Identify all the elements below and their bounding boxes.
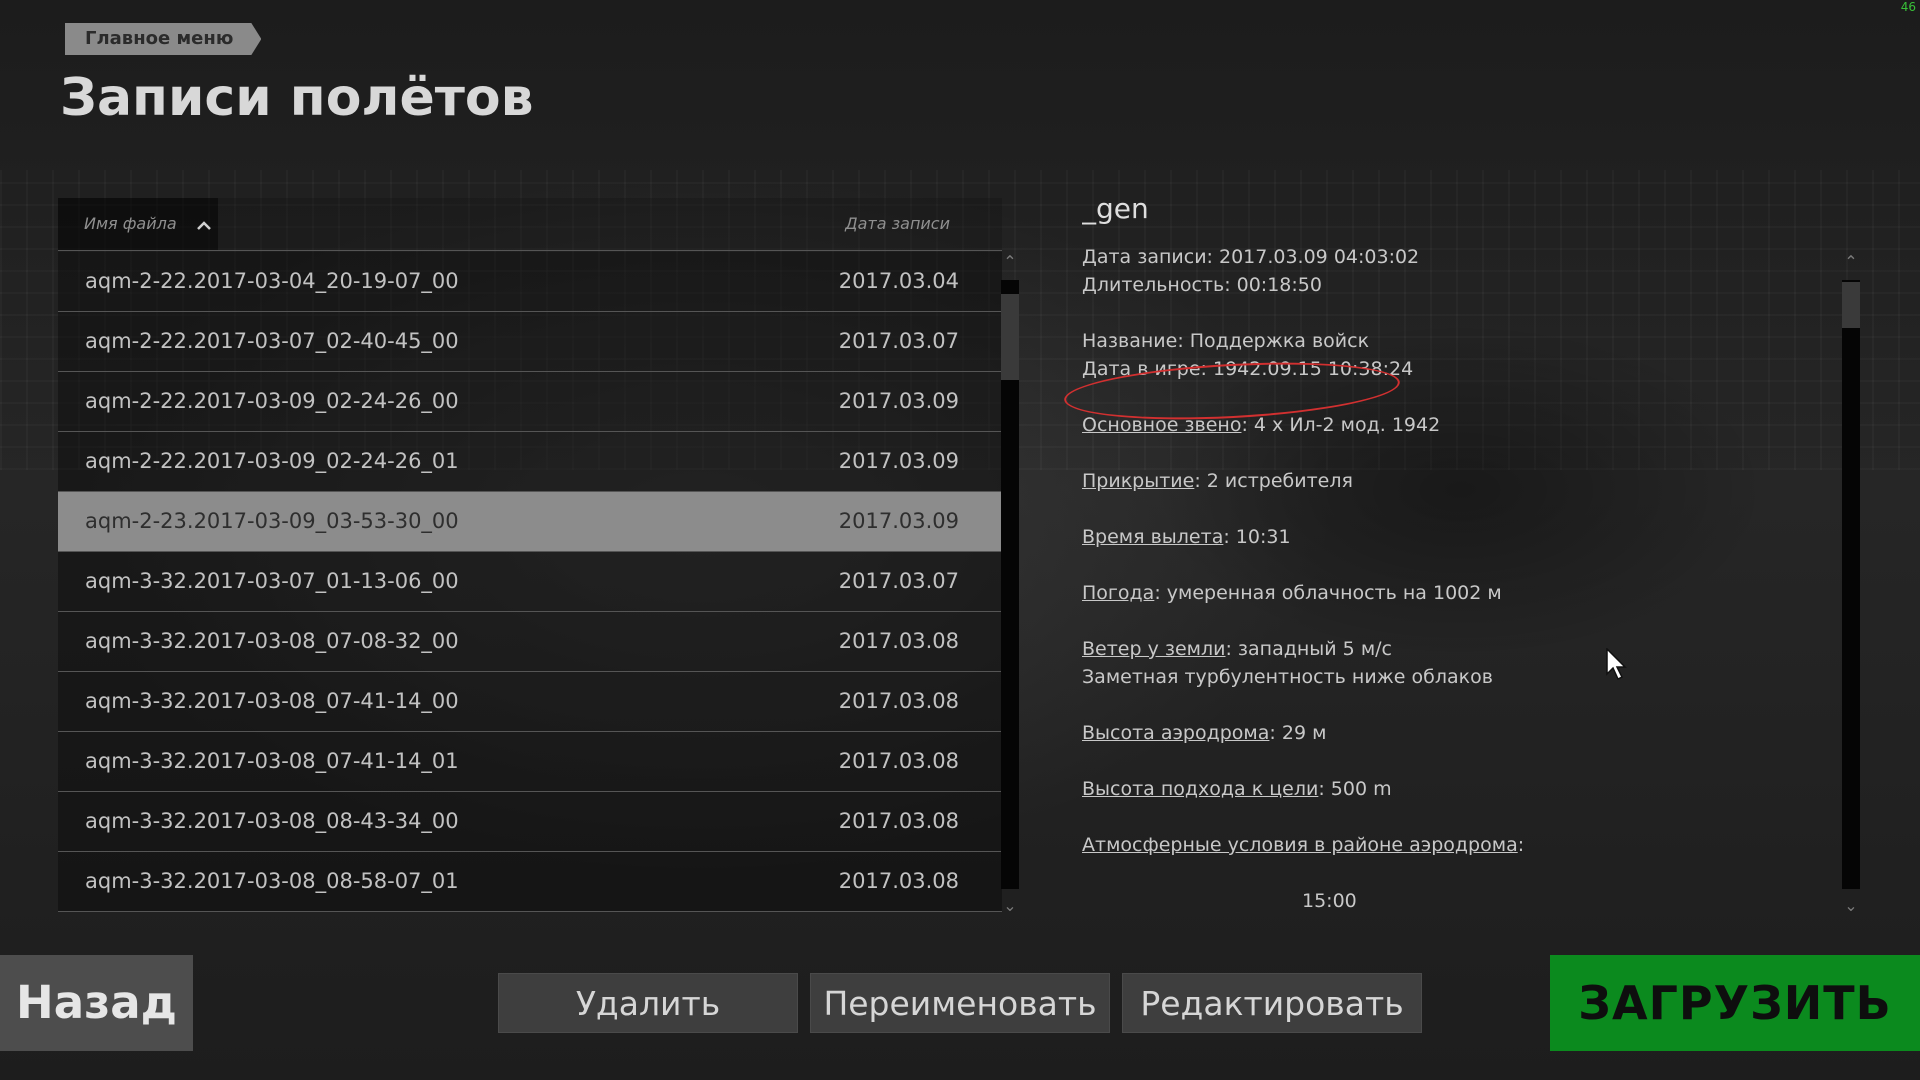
load-button[interactable]: ЗАГРУЗИТЬ [1550,955,1920,1051]
list-row[interactable]: aqm-2-22.2017-03-09_02-24-26_01 2017.03.… [58,432,1002,492]
details-scrollbar[interactable] [1842,280,1860,889]
list-row[interactable]: aqm-3-32.2017-03-08_07-41-14_01 2017.03.… [58,732,1002,792]
details-weather: Погода: умеренная облачность на 1002 м [1082,579,1802,607]
atmospheric-conditions-value: : [1517,834,1525,856]
list-scrollbar[interactable] [1001,280,1019,889]
departure-link[interactable]: Время вылета [1082,526,1223,548]
list-scroll-down-icon[interactable]: ⌄ [1001,898,1019,914]
details-duration: Длительность: 00:18:50 [1082,274,1322,296]
back-button[interactable]: Назад [0,955,193,1051]
approach-altitude-link[interactable]: Высота подхода к цели [1082,778,1318,800]
details-atmospheric-conditions: Атмосферные условия в районе аэродрома: [1082,831,1802,859]
row-date: 2017.03.04 [838,269,959,293]
row-filename: aqm-2-22.2017-03-04_20-19-07_00 [85,269,459,293]
row-filename: aqm-3-32.2017-03-08_08-43-34_00 [85,809,459,833]
details-scrollbar-thumb[interactable] [1842,282,1860,328]
recordings-list: aqm-2-22.2017-03-04_20-19-07_00 2017.03.… [58,252,1002,912]
delete-button[interactable]: Удалить [498,973,798,1033]
recording-details-panel: _gen Дата записи: 2017.03.09 04:03:02 Дл… [1082,192,1802,917]
departure-value: : 10:31 [1223,526,1291,548]
details-scroll-down-icon[interactable]: ⌄ [1842,898,1860,914]
details-title: _gen [1082,192,1149,225]
list-row[interactable]: aqm-3-32.2017-03-08_08-58-07_01 2017.03.… [58,852,1002,912]
weather-link[interactable]: Погода [1082,582,1154,604]
list-row[interactable]: aqm-3-32.2017-03-07_01-13-06_00 2017.03.… [58,552,1002,612]
details-departure: Время вылета: 10:31 [1082,523,1802,551]
list-row[interactable]: aqm-3-32.2017-03-08_07-08-32_00 2017.03.… [58,612,1002,672]
row-date: 2017.03.08 [838,869,959,893]
details-approach-altitude: Высота подхода к цели: 500 m [1082,775,1802,803]
row-filename: aqm-3-32.2017-03-08_07-41-14_01 [85,749,459,773]
details-mission-name: Название: Поддержка войск [1082,330,1370,352]
list-row[interactable]: aqm-2-22.2017-03-04_20-19-07_00 2017.03.… [58,252,1002,312]
row-filename: aqm-3-32.2017-03-08_07-08-32_00 [85,629,459,653]
list-header: Имя файла Дата записи [58,198,1002,251]
column-header-filename[interactable]: Имя файла [58,198,218,250]
row-date: 2017.03.09 [838,509,959,533]
approach-altitude-value: : 500 m [1318,778,1392,800]
row-date: 2017.03.07 [838,329,959,353]
list-row-selected[interactable]: aqm-2-23.2017-03-09_03-53-30_00 2017.03.… [58,492,1002,552]
list-scrollbar-thumb[interactable] [1001,294,1019,380]
row-filename: aqm-3-32.2017-03-08_08-58-07_01 [85,869,459,893]
details-airfield-altitude: Высота аэродрома: 29 м [1082,719,1802,747]
list-row[interactable]: aqm-3-32.2017-03-08_07-41-14_00 2017.03.… [58,672,1002,732]
row-date: 2017.03.08 [838,809,959,833]
details-record-date: Дата записи: 2017.03.09 04:03:02 [1082,246,1420,268]
list-row[interactable]: aqm-2-22.2017-03-09_02-24-26_00 2017.03.… [58,372,1002,432]
escort-link[interactable]: Прикрытие [1082,470,1194,492]
details-cut-line: 15:00 [1302,890,1357,912]
edit-button[interactable]: Редактировать [1122,973,1422,1033]
airfield-altitude-value: : 29 м [1269,722,1327,744]
row-filename: aqm-2-22.2017-03-07_02-40-45_00 [85,329,459,353]
row-filename: aqm-3-32.2017-03-07_01-13-06_00 [85,569,459,593]
page-title: Записи полётов [60,68,534,128]
row-filename: aqm-2-22.2017-03-09_02-24-26_00 [85,389,459,413]
fps-counter: 46 [1900,0,1916,14]
row-filename: aqm-2-22.2017-03-09_02-24-26_01 [85,449,459,473]
wind-link[interactable]: Ветер у земли [1082,638,1225,660]
details-scroll-up-icon[interactable]: ⌃ [1842,254,1860,270]
row-date: 2017.03.09 [838,389,959,413]
mouse-pointer-icon [1606,647,1628,684]
weather-value: : умеренная облачность на 1002 м [1154,582,1502,604]
main-flight-value: : 4 x Ил-2 мод. 1942 [1241,414,1441,436]
row-filename: aqm-3-32.2017-03-08_07-41-14_00 [85,689,459,713]
breadcrumb-main-menu[interactable]: Главное меню [65,23,261,55]
rename-button[interactable]: Переименовать [810,973,1110,1033]
list-row[interactable]: aqm-3-32.2017-03-08_08-43-34_00 2017.03.… [58,792,1002,852]
wind-value: : западный 5 м/с [1225,638,1392,660]
column-header-date[interactable]: Дата записи [845,198,950,250]
airfield-altitude-link[interactable]: Высота аэродрома [1082,722,1269,744]
details-wind: Ветер у земли: западный 5 м/с [1082,635,1802,663]
escort-value: : 2 истребителя [1194,470,1353,492]
list-scroll-up-icon[interactable]: ⌃ [1001,254,1019,270]
row-date: 2017.03.08 [838,749,959,773]
row-filename: aqm-2-23.2017-03-09_03-53-30_00 [85,509,459,533]
row-date: 2017.03.09 [838,449,959,473]
chevron-up-icon[interactable] [196,199,212,251]
list-row[interactable]: aqm-2-22.2017-03-07_02-40-45_00 2017.03.… [58,312,1002,372]
column-header-filename-label: Имя файла [84,214,177,233]
row-date: 2017.03.08 [838,689,959,713]
details-turbulence: Заметная турбулентность ниже облаков [1082,666,1493,688]
row-date: 2017.03.07 [838,569,959,593]
details-escort: Прикрытие: 2 истребителя [1082,467,1802,495]
atmospheric-conditions-link[interactable]: Атмосферные условия в районе аэродрома [1082,834,1518,856]
row-date: 2017.03.08 [838,629,959,653]
